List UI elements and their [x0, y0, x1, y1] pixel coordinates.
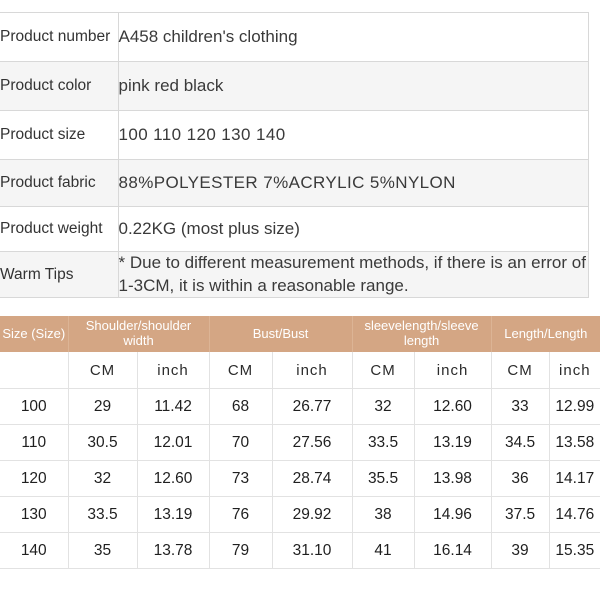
spec-value-warm-tips: * Due to different measurement methods, …	[118, 252, 588, 298]
spec-label-product-size: Product size	[0, 111, 118, 160]
cell-bust-cm: 68	[209, 389, 272, 425]
unit-header-row: CM inch CM inch CM inch CM inch	[0, 352, 600, 389]
cell-shoulder-inch: 13.19	[137, 497, 209, 533]
cell-length-cm: 34.5	[491, 425, 549, 461]
cell-shoulder-inch: 13.78	[137, 533, 209, 569]
cell-shoulder-cm: 29	[68, 389, 137, 425]
table-row: 110 30.5 12.01 70 27.56 33.5 13.19 34.5 …	[0, 425, 600, 461]
size-chart-table: Size (Size) Shoulder/shoulder width Bust…	[0, 316, 600, 569]
spec-value-product-weight: 0.22KG (most plus size)	[118, 207, 588, 252]
unit-cell-sleeve-cm: CM	[352, 352, 414, 389]
unit-cell-bust-cm: CM	[209, 352, 272, 389]
header-sleeve-length: sleevelength/sleeve length	[352, 316, 491, 352]
spec-label-warm-tips: Warm Tips	[0, 252, 118, 298]
table-row: 120 32 12.60 73 28.74 35.5 13.98 36 14.1…	[0, 461, 600, 497]
cell-size: 120	[0, 461, 68, 497]
spec-table: Product number A458 children's clothing …	[0, 13, 588, 298]
product-spec-table: Product number A458 children's clothing …	[0, 12, 589, 298]
cell-bust-cm: 76	[209, 497, 272, 533]
header-size: Size (Size)	[0, 316, 68, 352]
table-row: 140 35 13.78 79 31.10 41 16.14 39 15.35	[0, 533, 600, 569]
size-chart-header: Size (Size) Shoulder/shoulder width Bust…	[0, 316, 600, 352]
cell-shoulder-cm: 35	[68, 533, 137, 569]
cell-length-cm: 37.5	[491, 497, 549, 533]
cell-size: 140	[0, 533, 68, 569]
table-row: Product color pink red black	[0, 62, 588, 111]
table-row: 130 33.5 13.19 76 29.92 38 14.96 37.5 14…	[0, 497, 600, 533]
unit-cell-sleeve-inch: inch	[414, 352, 491, 389]
cell-length-inch: 15.35	[549, 533, 600, 569]
cell-size: 130	[0, 497, 68, 533]
cell-bust-inch: 31.10	[272, 533, 352, 569]
cell-shoulder-inch: 11.42	[137, 389, 209, 425]
cell-sleeve-inch: 13.98	[414, 461, 491, 497]
table-row: 100 29 11.42 68 26.77 32 12.60 33 12.99	[0, 389, 600, 425]
cell-length-cm: 39	[491, 533, 549, 569]
cell-length-cm: 33	[491, 389, 549, 425]
cell-sleeve-inch: 13.19	[414, 425, 491, 461]
spec-label-product-number: Product number	[0, 13, 118, 62]
table-row: Product weight 0.22KG (most plus size)	[0, 207, 588, 252]
cell-bust-cm: 73	[209, 461, 272, 497]
spec-value-product-color: pink red black	[118, 62, 588, 111]
cell-length-inch: 13.58	[549, 425, 600, 461]
cell-size: 100	[0, 389, 68, 425]
header-length: Length/Length	[491, 316, 600, 352]
table-row: Product fabric 88%POLYESTER 7%ACRYLIC 5%…	[0, 160, 588, 207]
unit-cell-length-cm: CM	[491, 352, 549, 389]
header-bust: Bust/Bust	[209, 316, 352, 352]
table-row: Product size 100 110 120 130 140	[0, 111, 588, 160]
spec-label-product-color: Product color	[0, 62, 118, 111]
cell-sleeve-inch: 16.14	[414, 533, 491, 569]
cell-bust-inch: 28.74	[272, 461, 352, 497]
cell-bust-inch: 27.56	[272, 425, 352, 461]
cell-length-inch: 14.76	[549, 497, 600, 533]
cell-bust-cm: 70	[209, 425, 272, 461]
cell-bust-inch: 26.77	[272, 389, 352, 425]
unit-cell-bust-inch: inch	[272, 352, 352, 389]
cell-shoulder-inch: 12.60	[137, 461, 209, 497]
unit-cell-shoulder-cm: CM	[68, 352, 137, 389]
unit-cell-shoulder-inch: inch	[137, 352, 209, 389]
cell-length-inch: 14.17	[549, 461, 600, 497]
cell-sleeve-inch: 14.96	[414, 497, 491, 533]
cell-shoulder-cm: 30.5	[68, 425, 137, 461]
cell-shoulder-cm: 32	[68, 461, 137, 497]
cell-sleeve-cm: 41	[352, 533, 414, 569]
unit-cell-blank	[0, 352, 68, 389]
group-header-row: Size (Size) Shoulder/shoulder width Bust…	[0, 316, 600, 352]
cell-bust-cm: 79	[209, 533, 272, 569]
header-shoulder-width: Shoulder/shoulder width	[68, 316, 209, 352]
spec-value-product-size: 100 110 120 130 140	[118, 111, 588, 160]
cell-size: 110	[0, 425, 68, 461]
table-row: Product number A458 children's clothing	[0, 13, 588, 62]
spec-label-product-fabric: Product fabric	[0, 160, 118, 207]
cell-shoulder-cm: 33.5	[68, 497, 137, 533]
spec-label-product-weight: Product weight	[0, 207, 118, 252]
cell-sleeve-cm: 32	[352, 389, 414, 425]
cell-sleeve-cm: 33.5	[352, 425, 414, 461]
cell-sleeve-inch: 12.60	[414, 389, 491, 425]
cell-sleeve-cm: 35.5	[352, 461, 414, 497]
unit-cell-length-inch: inch	[549, 352, 600, 389]
cell-shoulder-inch: 12.01	[137, 425, 209, 461]
size-table: Size (Size) Shoulder/shoulder width Bust…	[0, 316, 600, 569]
spec-value-product-number: A458 children's clothing	[118, 13, 588, 62]
cell-bust-inch: 29.92	[272, 497, 352, 533]
cell-length-cm: 36	[491, 461, 549, 497]
cell-length-inch: 12.99	[549, 389, 600, 425]
table-row: Warm Tips * Due to different measurement…	[0, 252, 588, 298]
spec-value-product-fabric: 88%POLYESTER 7%ACRYLIC 5%NYLON	[118, 160, 588, 207]
cell-sleeve-cm: 38	[352, 497, 414, 533]
